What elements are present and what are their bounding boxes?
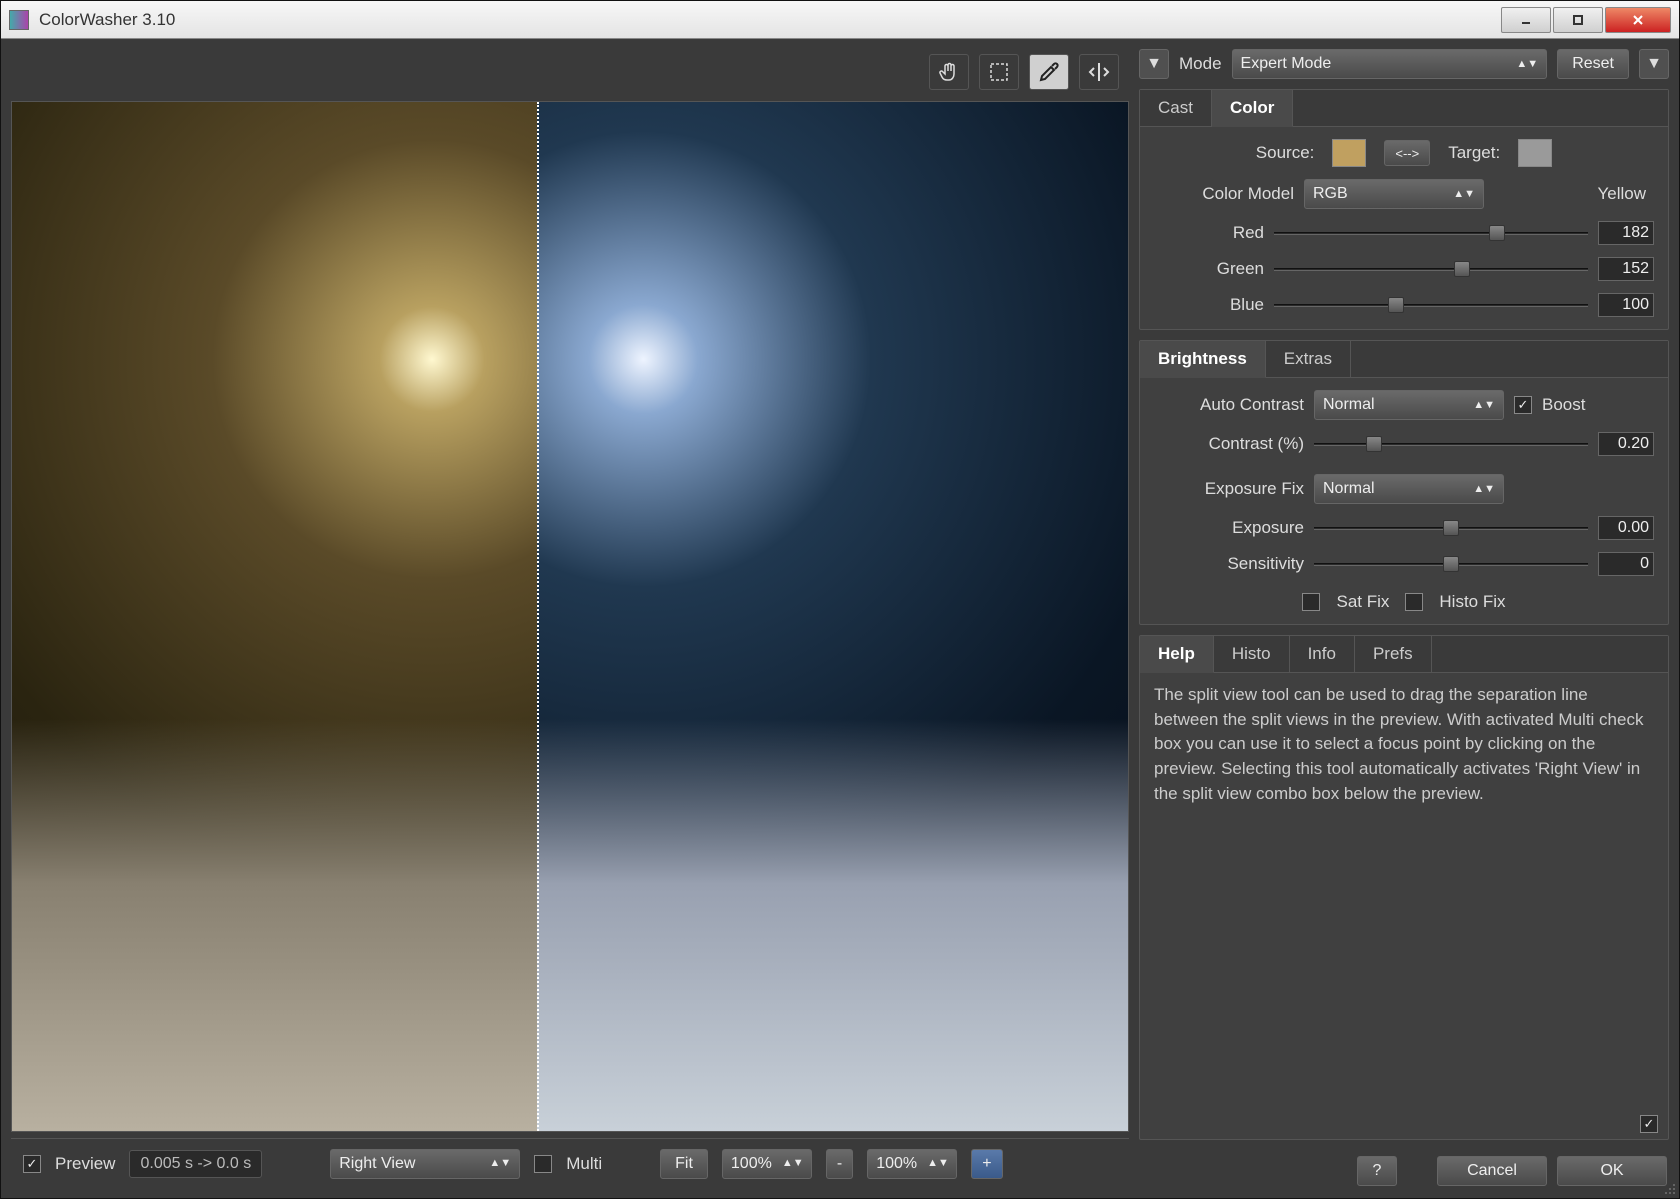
sensitivity-label: Sensitivity bbox=[1154, 554, 1304, 574]
mode-label: Mode bbox=[1179, 54, 1222, 74]
tab-info[interactable]: Info bbox=[1290, 636, 1355, 673]
preview-toolbar bbox=[11, 49, 1129, 95]
exposure-fix-select[interactable]: Normal▲▼ bbox=[1314, 474, 1504, 504]
zoom-right-value: 100% bbox=[876, 1155, 917, 1173]
red-slider[interactable] bbox=[1274, 223, 1588, 243]
view-select[interactable]: Right View▲▼ bbox=[330, 1149, 520, 1179]
exposure-value[interactable]: 0.00 bbox=[1598, 516, 1654, 540]
exposure-label: Exposure bbox=[1154, 518, 1304, 538]
blue-slider[interactable] bbox=[1274, 295, 1588, 315]
hand-icon bbox=[937, 60, 961, 84]
tab-prefs[interactable]: Prefs bbox=[1355, 636, 1432, 673]
preview-left-before bbox=[12, 102, 537, 1131]
zoom-right-select[interactable]: 100%▲▼ bbox=[867, 1149, 957, 1179]
green-slider[interactable] bbox=[1274, 259, 1588, 279]
sensitivity-value[interactable]: 0 bbox=[1598, 552, 1654, 576]
tab-brightness[interactable]: Brightness bbox=[1140, 341, 1266, 378]
auto-contrast-value: Normal bbox=[1323, 396, 1375, 414]
window-title: ColorWasher 3.10 bbox=[39, 10, 1501, 30]
reset-button[interactable]: Reset bbox=[1557, 49, 1629, 79]
maximize-button[interactable] bbox=[1553, 7, 1603, 33]
preview-checkbox[interactable]: ✓ bbox=[23, 1155, 41, 1173]
preview-label: Preview bbox=[55, 1154, 115, 1174]
contrast-slider[interactable] bbox=[1314, 434, 1588, 454]
zoom-left-select[interactable]: 100%▲▼ bbox=[722, 1149, 812, 1179]
mode-row: ▼ Mode Expert Mode▲▼ Reset ▼ bbox=[1139, 49, 1669, 79]
source-label: Source: bbox=[1256, 143, 1315, 163]
eyedropper-icon bbox=[1037, 60, 1061, 84]
target-swatch[interactable] bbox=[1518, 139, 1552, 167]
app-icon bbox=[9, 10, 29, 30]
minimize-button[interactable] bbox=[1501, 7, 1551, 33]
zoom-plus-button[interactable]: + bbox=[971, 1149, 1002, 1179]
tab-cast[interactable]: Cast bbox=[1140, 90, 1212, 127]
view-select-value: Right View bbox=[339, 1155, 415, 1173]
tab-help[interactable]: Help bbox=[1140, 636, 1214, 673]
red-label: Red bbox=[1154, 223, 1264, 243]
timing-readout: 0.005 s -> 0.0 s bbox=[129, 1150, 262, 1178]
exposure-fix-value: Normal bbox=[1323, 480, 1375, 498]
split-view-tool-button[interactable] bbox=[1079, 54, 1119, 90]
color-model-label: Color Model bbox=[1154, 184, 1294, 204]
help-panel: Help Histo Info Prefs The split view too… bbox=[1139, 635, 1669, 1140]
green-value[interactable]: 152 bbox=[1598, 257, 1654, 281]
boost-label: Boost bbox=[1542, 395, 1585, 415]
color-model-select[interactable]: RGB▲▼ bbox=[1304, 179, 1484, 209]
preview-right-after bbox=[537, 102, 1128, 1131]
zoom-minus-button[interactable]: - bbox=[826, 1149, 853, 1179]
contrast-value[interactable]: 0.20 bbox=[1598, 432, 1654, 456]
sensitivity-slider[interactable] bbox=[1314, 554, 1588, 574]
split-icon bbox=[1087, 60, 1111, 84]
tab-color[interactable]: Color bbox=[1212, 90, 1293, 127]
tab-extras[interactable]: Extras bbox=[1266, 341, 1351, 378]
contrast-label: Contrast (%) bbox=[1154, 434, 1304, 454]
dialog-buttons: ? Cancel OK bbox=[1139, 1150, 1669, 1188]
blue-value[interactable]: 100 bbox=[1598, 293, 1654, 317]
zoom-left-value: 100% bbox=[731, 1155, 772, 1173]
auto-contrast-label: Auto Contrast bbox=[1154, 395, 1304, 415]
satfix-checkbox[interactable] bbox=[1302, 593, 1320, 611]
marquee-tool-button[interactable] bbox=[979, 54, 1019, 90]
split-divider[interactable] bbox=[537, 102, 539, 1131]
hand-tool-button[interactable] bbox=[929, 54, 969, 90]
tab-histo[interactable]: Histo bbox=[1214, 636, 1290, 673]
help-button[interactable]: ? bbox=[1357, 1156, 1397, 1186]
histofix-label: Histo Fix bbox=[1439, 592, 1505, 612]
preview-area[interactable] bbox=[11, 101, 1129, 1132]
histofix-checkbox[interactable] bbox=[1405, 593, 1423, 611]
mode-select-value: Expert Mode bbox=[1241, 55, 1332, 73]
fit-button[interactable]: Fit bbox=[660, 1149, 708, 1179]
exposure-fix-label: Exposure Fix bbox=[1154, 479, 1304, 499]
red-value[interactable]: 182 bbox=[1598, 221, 1654, 245]
mode-select[interactable]: Expert Mode▲▼ bbox=[1232, 49, 1548, 79]
help-text: The split view tool can be used to drag … bbox=[1140, 673, 1668, 816]
swap-button[interactable]: <--> bbox=[1384, 140, 1430, 166]
help-pin-checkbox[interactable]: ✓ bbox=[1640, 1115, 1658, 1133]
color-model-value: RGB bbox=[1313, 185, 1348, 203]
source-swatch[interactable] bbox=[1332, 139, 1366, 167]
bottom-bar: ✓ Preview 0.005 s -> 0.0 s Right View▲▼ … bbox=[11, 1138, 1129, 1188]
titlebar: ColorWasher 3.10 bbox=[1, 1, 1679, 39]
cancel-button[interactable]: Cancel bbox=[1437, 1156, 1547, 1186]
exposure-slider[interactable] bbox=[1314, 518, 1588, 538]
ok-button[interactable]: OK bbox=[1557, 1156, 1667, 1186]
green-label: Green bbox=[1154, 259, 1264, 279]
satfix-label: Sat Fix bbox=[1336, 592, 1389, 612]
auto-contrast-select[interactable]: Normal▲▼ bbox=[1314, 390, 1504, 420]
boost-checkbox[interactable]: ✓ bbox=[1514, 396, 1532, 414]
eyedropper-tool-button[interactable] bbox=[1029, 54, 1069, 90]
close-button[interactable] bbox=[1605, 7, 1671, 33]
brightness-panel: Brightness Extras Auto Contrast Normal▲▼… bbox=[1139, 340, 1669, 625]
resize-grip-icon[interactable] bbox=[1662, 1181, 1676, 1195]
reset-menu-button[interactable]: ▼ bbox=[1639, 49, 1669, 79]
color-panel: Cast Color Source: <--> Target: Color Mo… bbox=[1139, 89, 1669, 330]
color-name: Yellow bbox=[1494, 184, 1654, 204]
multi-checkbox[interactable] bbox=[534, 1155, 552, 1173]
blue-label: Blue bbox=[1154, 295, 1264, 315]
marquee-icon bbox=[987, 60, 1011, 84]
mode-menu-button[interactable]: ▼ bbox=[1139, 49, 1169, 79]
multi-label: Multi bbox=[566, 1154, 602, 1174]
target-label: Target: bbox=[1448, 143, 1500, 163]
